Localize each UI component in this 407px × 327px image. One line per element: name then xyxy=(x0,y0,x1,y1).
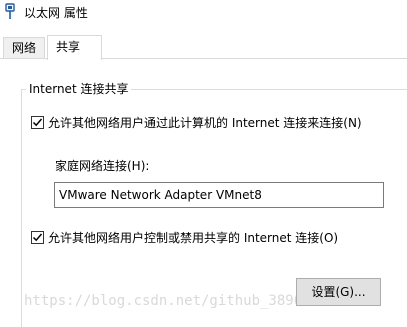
settings-button[interactable]: 设置(G)... xyxy=(296,278,381,306)
allow-sharing-option[interactable]: 允许其他网络用户通过此计算机的 Internet 连接来连接(N) xyxy=(31,114,362,131)
tab-strip: 网络 共享 xyxy=(0,35,407,60)
tab-sharing[interactable]: 共享 xyxy=(47,35,102,60)
home-network-label: 家庭网络连接(H): xyxy=(55,159,150,173)
checkmark-icon xyxy=(32,233,43,242)
home-network-field[interactable]: VMware Network Adapter VMnet8 xyxy=(54,182,384,208)
allow-control-label: 允许其他网络用户控制或禁用共享的 Internet 连接(O) xyxy=(48,231,339,245)
allow-control-option[interactable]: 允许其他网络用户控制或禁用共享的 Internet 连接(O) xyxy=(31,229,338,246)
network-adapter-icon xyxy=(5,3,15,20)
group-title: Internet 连接共享 xyxy=(26,80,132,97)
window-title: 以太网 属性 xyxy=(24,6,88,20)
tab-network[interactable]: 网络 xyxy=(3,37,45,59)
watermark: https://blog.csdn.net/github_38967228 xyxy=(24,293,336,309)
allow-sharing-label: 允许其他网络用户通过此计算机的 Internet 连接来连接(N) xyxy=(48,116,362,130)
title-bar: 以太网 属性 xyxy=(0,0,407,24)
allow-control-checkbox[interactable] xyxy=(31,231,44,244)
allow-sharing-checkbox[interactable] xyxy=(31,116,44,129)
checkmark-icon xyxy=(32,118,43,127)
